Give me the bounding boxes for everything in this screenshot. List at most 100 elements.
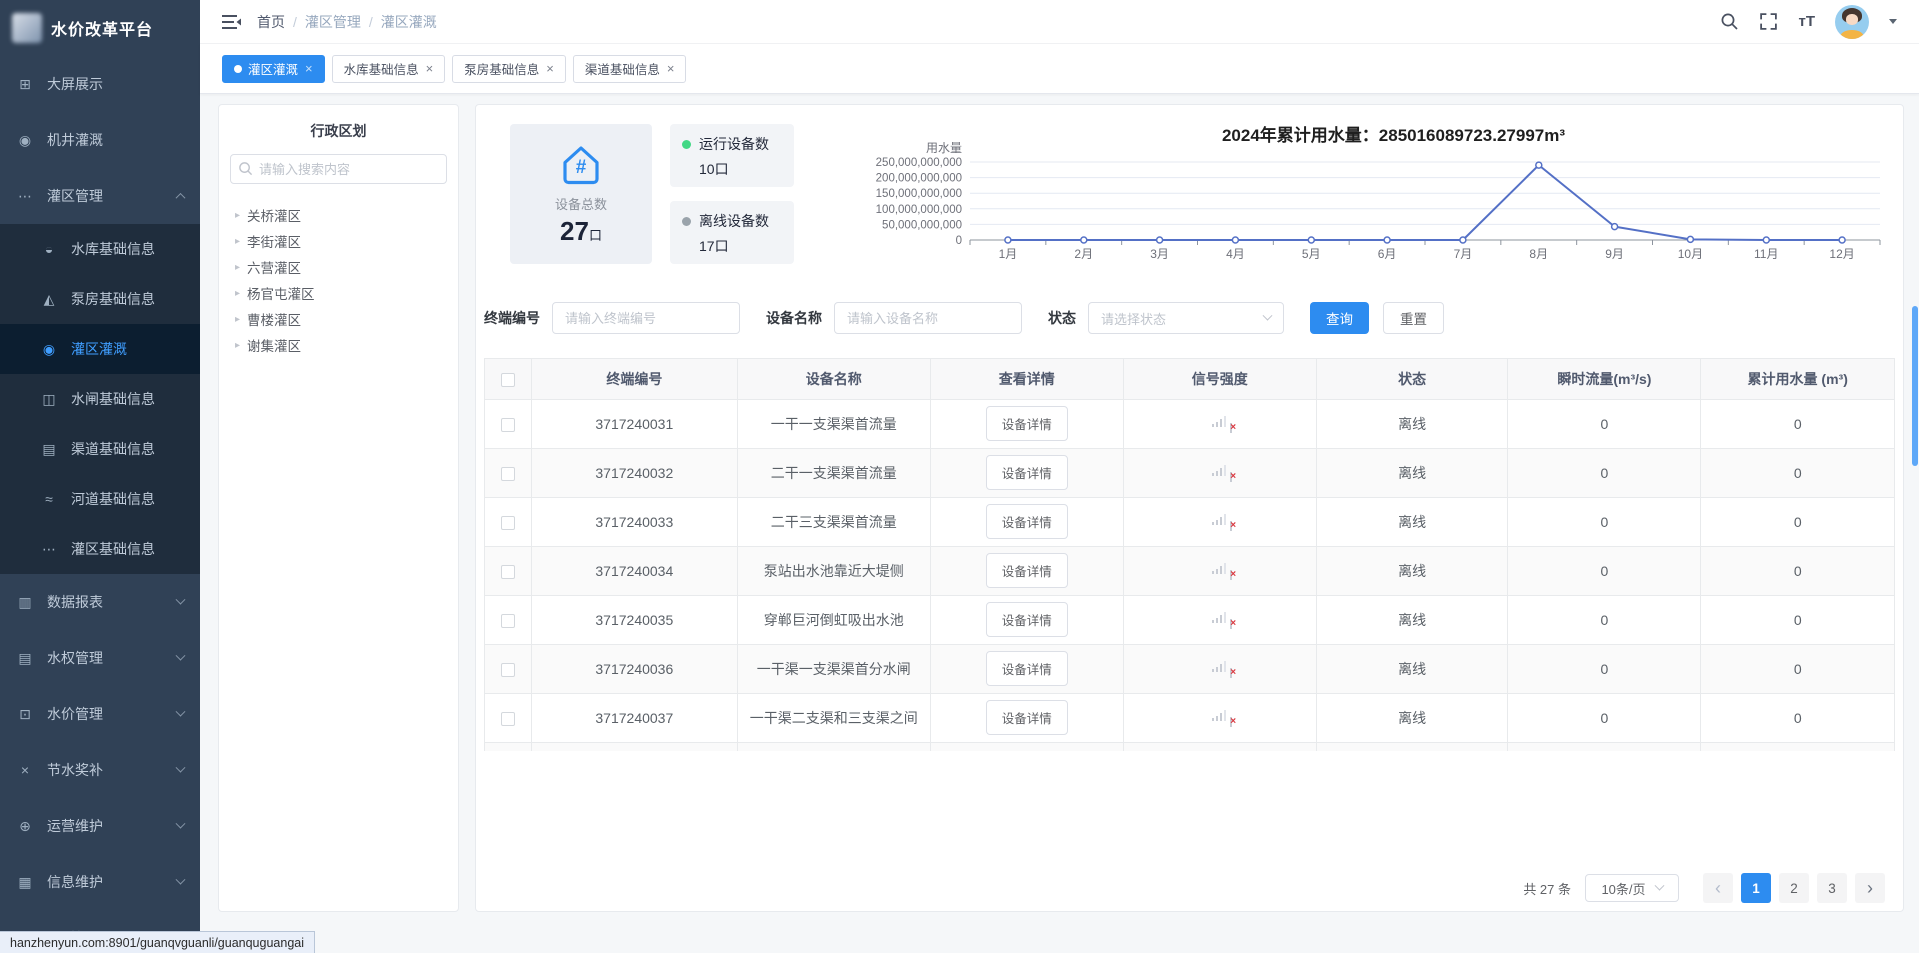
sidebar-item-water-rights[interactable]: ▤ 水权管理 (0, 630, 200, 686)
sidebar-item-label: 水权管理 (47, 648, 103, 668)
reset-button[interactable]: 重置 (1383, 302, 1444, 334)
vertical-scrollbar-thumb[interactable] (1912, 306, 1918, 466)
row-select-cell (485, 399, 531, 448)
sidebar-item-data-reports[interactable]: ▥ 数据报表 (0, 574, 200, 630)
sidebar-item-well-irrigation[interactable]: ◉ 机井灌溉 (0, 112, 200, 168)
signal-cell: × (1123, 448, 1316, 497)
caret-right-icon[interactable]: ▸ (235, 236, 240, 247)
sidebar-item-info-maintenance[interactable]: ▦ 信息维护 (0, 854, 200, 910)
breadcrumb-separator: / (293, 14, 297, 30)
region-tree-item[interactable]: ▸ 谢集灌区 (230, 332, 447, 358)
region-search-input[interactable] (230, 154, 447, 184)
sidebar-item-district-info[interactable]: ⋯ 灌区基础信息 (0, 524, 200, 574)
row-checkbox[interactable] (501, 565, 515, 579)
col-total-usage: 累计用水量 (m³) (1701, 359, 1894, 399)
device-detail-button[interactable]: 设备详情 (986, 651, 1068, 686)
statusbar-url: hanzhenyun.com:8901/guanqvguanli/guanqug… (10, 936, 304, 950)
close-tab-icon[interactable]: × (426, 61, 434, 76)
caret-right-icon[interactable]: ▸ (235, 210, 240, 221)
sidebar-item-sluice-info[interactable]: ◫ 水闸基础信息 (0, 374, 200, 424)
table-row: 3717240036 一干渠一支渠渠首分水闸 设备详情 × 离线 0 0 (485, 644, 1894, 693)
signal-cell: × (1123, 399, 1316, 448)
close-tab-icon[interactable]: × (305, 61, 313, 76)
caret-right-icon[interactable]: ▸ (235, 340, 240, 351)
sidebar-item-water-price[interactable]: ⊡ 水价管理 (0, 686, 200, 742)
breadcrumb-separator: / (369, 14, 373, 30)
sidebar-item-water-saving[interactable]: × 节水奖补 (0, 742, 200, 798)
tab-channel-info[interactable]: 渠道基础信息 × (573, 55, 687, 83)
house-device-icon: # (558, 144, 604, 186)
sidebar-item-river-info[interactable]: ≈ 河道基础信息 (0, 474, 200, 524)
region-tree-item[interactable]: ▸ 李街灌区 (230, 228, 447, 254)
region-tree-item[interactable]: ▸ 六营灌区 (230, 254, 447, 280)
device-detail-button[interactable]: 设备详情 (986, 700, 1068, 735)
region-tree-item[interactable]: ▸ 杨官屯灌区 (230, 280, 447, 306)
search-icon[interactable] (1720, 12, 1739, 31)
device-detail-button[interactable]: 设备详情 (986, 455, 1068, 490)
chevron-up-icon (176, 192, 186, 202)
tab-pumphouse-info[interactable]: 泵房基础信息 × (452, 55, 566, 83)
svg-text:2月: 2月 (1074, 247, 1093, 261)
close-tab-icon[interactable]: × (546, 61, 554, 76)
running-devices-label: 运行设备数 (699, 134, 769, 154)
device-detail-button[interactable]: 设备详情 (986, 504, 1068, 539)
caret-right-icon[interactable]: ▸ (235, 288, 240, 299)
row-checkbox[interactable] (501, 516, 515, 530)
caret-right-icon[interactable]: ▸ (235, 262, 240, 273)
fullscreen-icon[interactable] (1759, 12, 1778, 31)
sidebar-submenu: ◒ 水库基础信息 ◭ 泵房基础信息 ◉ 灌区灌溉 ◫ 水闸基础信息 ▤ 渠道 (0, 224, 200, 574)
device-total-card: # 设备总数 27口 (510, 124, 652, 264)
tab-district-irrigation[interactable]: 灌区灌溉 × (222, 55, 325, 83)
app-window: 水价改革平台 ⊞ 大屏展示 ◉ 机井灌溉 ⋯ 灌区管理 ◒ 水库基础信息 (0, 0, 1919, 953)
terminal-filter-input[interactable] (552, 302, 740, 334)
row-checkbox[interactable] (501, 418, 515, 432)
open-tabs-bar: 灌区灌溉 × 水库基础信息 × 泵房基础信息 × 渠道基础信息 × (200, 44, 1919, 94)
search-button[interactable]: 查询 (1310, 302, 1369, 334)
sidebar-item-operations[interactable]: ⊕ 运营维护 (0, 798, 200, 854)
sidebar-item-dashboard[interactable]: ⊞ 大屏展示 (0, 56, 200, 112)
user-menu-caret-icon[interactable] (1889, 19, 1897, 24)
detail-cell: 设备详情 (930, 497, 1123, 546)
device-name-cell: 二干三支渠渠首流量 (737, 497, 930, 546)
page-button-1[interactable]: 1 (1741, 873, 1771, 903)
breadcrumb-district-management[interactable]: 灌区管理 (305, 12, 361, 32)
region-tree-item[interactable]: ▸ 曹楼灌区 (230, 306, 447, 332)
close-tab-icon[interactable]: × (667, 61, 675, 76)
terminal-cell: 3717240031 (531, 399, 737, 448)
sidebar-item-pumphouse-info[interactable]: ◭ 泵房基础信息 (0, 274, 200, 324)
status-filter-select[interactable]: 请选择状态 (1088, 302, 1284, 334)
device-filter-input[interactable] (834, 302, 1022, 334)
device-detail-button[interactable]: 设备详情 (986, 406, 1068, 441)
sidebar-item-label: 水价管理 (47, 704, 103, 724)
sidebar-item-district-management[interactable]: ⋯ 灌区管理 (0, 168, 200, 224)
breadcrumb-home[interactable]: 首页 (257, 12, 285, 32)
device-detail-button[interactable]: 设备详情 (986, 602, 1068, 637)
device-name-cell: 一干渠二支渠和三支渠之间 (737, 693, 930, 742)
select-all-checkbox[interactable] (501, 373, 515, 387)
prev-page-button[interactable]: ‹ (1703, 873, 1733, 903)
user-avatar[interactable] (1835, 5, 1869, 39)
device-name-cell: 泵站出水池靠近大堤侧 (737, 546, 930, 595)
chevron-down-icon (176, 818, 186, 828)
font-size-icon[interactable]: тT (1798, 13, 1815, 30)
tab-reservoir-info[interactable]: 水库基础信息 × (332, 55, 446, 83)
collapse-sidebar-icon[interactable] (222, 14, 241, 30)
page-button-3[interactable]: 3 (1817, 873, 1847, 903)
device-detail-button[interactable]: 设备详情 (986, 553, 1068, 588)
page-button-2[interactable]: 2 (1779, 873, 1809, 903)
region-tree-item-label: 曹楼灌区 (247, 309, 301, 329)
row-checkbox[interactable] (501, 614, 515, 628)
sidebar-item-district-irrigation[interactable]: ◉ 灌区灌溉 (0, 324, 200, 374)
region-tree-item[interactable]: ▸ 关桥灌区 (230, 202, 447, 228)
sidebar-item-reservoir-info[interactable]: ◒ 水库基础信息 (0, 224, 200, 274)
next-page-button[interactable]: › (1855, 873, 1885, 903)
caret-right-icon[interactable]: ▸ (235, 314, 240, 325)
region-search (230, 154, 447, 184)
row-checkbox[interactable] (501, 467, 515, 481)
row-checkbox[interactable] (501, 663, 515, 677)
page-size-select[interactable]: 10条/页 (1585, 874, 1679, 902)
signal-cell: × (1123, 742, 1316, 751)
row-checkbox[interactable] (501, 712, 515, 726)
region-tree-item-label: 谢集灌区 (247, 335, 301, 355)
sidebar-item-channel-info[interactable]: ▤ 渠道基础信息 (0, 424, 200, 474)
